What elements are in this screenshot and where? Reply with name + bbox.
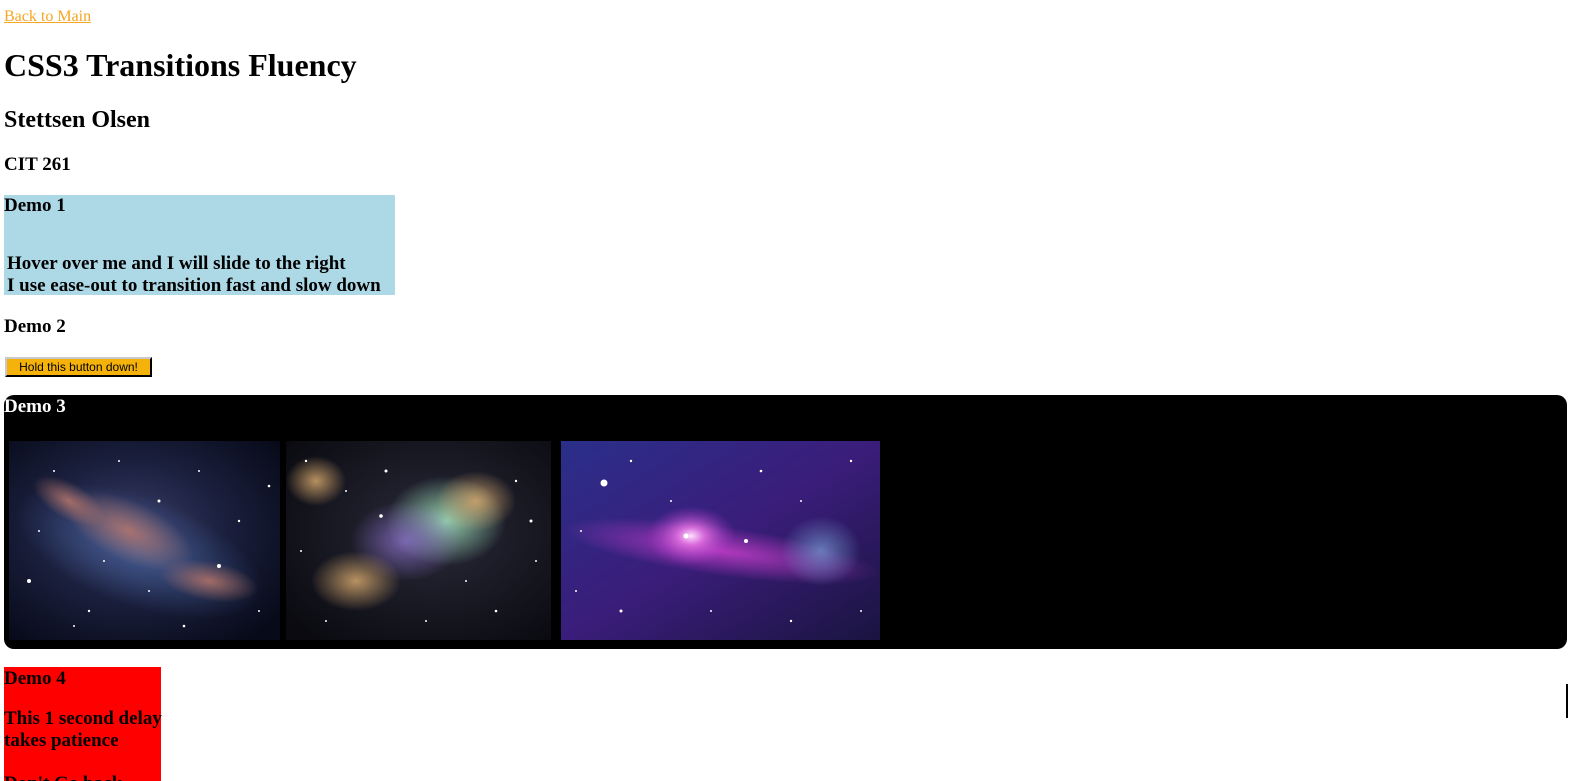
purple-nebula-image-3[interactable] [561,441,880,640]
page: Back to Main CSS3 Transitions Fluency St… [0,0,1572,781]
demo3-heading: Demo 3 [4,396,66,417]
hold-button[interactable]: Hold this button down! [5,357,152,377]
demo3-gallery: Demo 3 [4,395,1567,649]
demo4-delay-box[interactable]: Demo 4 This 1 second delay takes patienc… [4,667,162,781]
author-name: Stettsen Olsen [4,107,150,133]
demo4-delay-text: This 1 second delay takes patience [4,708,162,751]
demo4-cut-text: Don't Go back [4,773,122,781]
demo1-heading: Demo 1 [4,195,66,216]
nebula-image-2[interactable] [286,441,551,640]
demo4-heading: Demo 4 [4,668,66,689]
edge-divider [1566,684,1568,718]
demo1-hover-text: Hover over me and I will slide to the ri… [7,253,346,274]
course-code: CIT 261 [4,154,71,175]
demo1-ease-text: I use ease-out to transition fast and sl… [7,275,381,296]
page-title: CSS3 Transitions Fluency [4,47,357,83]
galaxy-image-1-graphic [9,441,280,640]
purple-nebula-image-3-graphic [561,441,880,640]
galaxy-image-1[interactable] [9,441,280,640]
back-to-main-link[interactable]: Back to Main [4,7,91,26]
nebula-image-2-graphic [286,441,551,640]
demo2-heading: Demo 2 [4,316,66,337]
demo1-slide-box[interactable]: Demo 1 Hover over me and I will slide to… [4,195,395,296]
